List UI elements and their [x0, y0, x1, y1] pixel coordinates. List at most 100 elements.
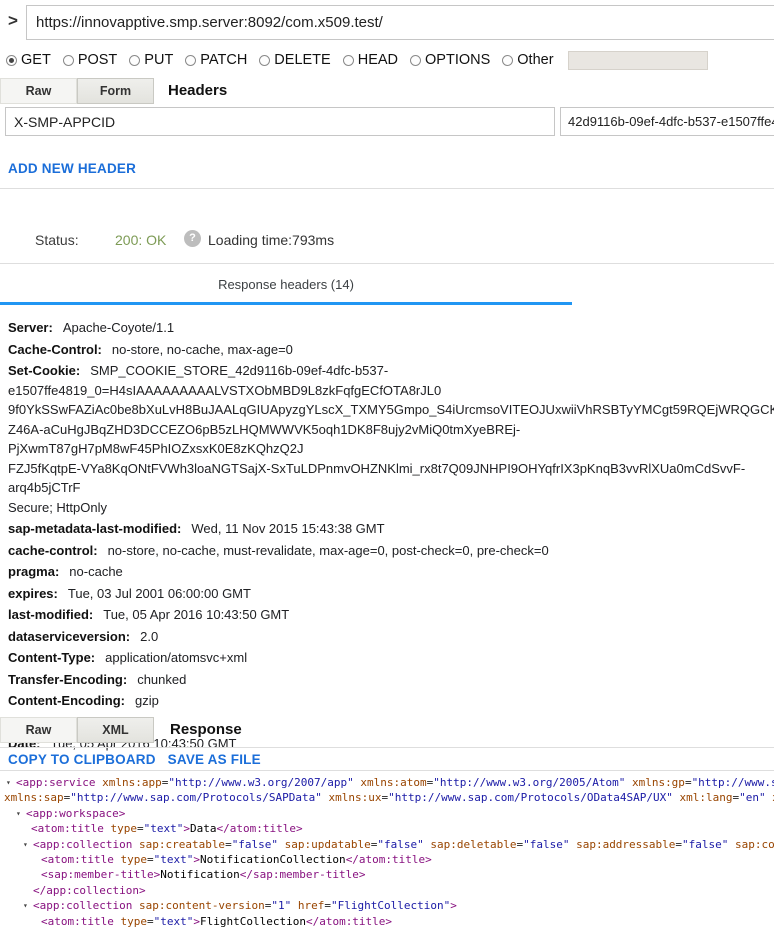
xml-token: <atom:title: [41, 915, 114, 928]
method-radio-post[interactable]: POST: [63, 52, 117, 68]
xml-token: sap:deletable: [424, 838, 517, 851]
payload-tabs: RawForm: [0, 78, 154, 104]
response-header-name: sap-metadata-last-modified:: [8, 521, 181, 536]
response-header-name: Set-Cookie:: [8, 363, 80, 378]
xml-token: "http://www.w3.org/2007/app": [168, 776, 353, 789]
radio-circle-icon: [63, 55, 74, 66]
response-header-row: Content-Type:application/atomsvc+xml: [8, 648, 770, 668]
response-header-value-continuation: FZJ5fKqtpE-VYa8KqONtFVWh3loaNGTSajX-SxTu…: [8, 459, 770, 498]
status-row: Status: 200: OK ? Loading time:793ms: [0, 232, 774, 252]
divider: [0, 188, 774, 189]
collapse-arrow-icon[interactable]: ▾: [23, 898, 33, 913]
response-tab-xml[interactable]: XML: [77, 717, 154, 743]
response-header-row: dataserviceversion:2.0: [8, 627, 770, 647]
response-header-value: application/atomsvc+xml: [105, 650, 247, 665]
headers-section-label: Headers: [168, 82, 227, 99]
xml-token: "text": [154, 853, 194, 866]
xml-line: ▾<app:collection sap:creatable="false" s…: [4, 837, 774, 852]
response-header-name: pragma:: [8, 564, 59, 579]
method-radio-delete[interactable]: DELETE: [259, 52, 330, 68]
method-label: PATCH: [200, 52, 247, 68]
response-header-value: Apache-Coyote/1.1: [63, 320, 174, 335]
response-tab-raw[interactable]: Raw: [0, 717, 77, 743]
xml-token: Data: [190, 822, 217, 835]
xml-token: href: [291, 899, 324, 912]
xml-token: type: [114, 853, 147, 866]
save-as-file-button[interactable]: SAVE AS FILE: [168, 752, 261, 767]
tab-response-headers[interactable]: Response headers (14): [0, 277, 572, 292]
radio-circle-icon: [502, 55, 513, 66]
xml-token: </atom:title>: [216, 822, 302, 835]
xml-token: =: [137, 822, 144, 835]
method-radios: GET POST PUT PATCH DELETE HEAD OPTIONS Other: [6, 52, 566, 68]
xml-token: =: [685, 776, 692, 789]
xml-token: "false": [682, 838, 728, 851]
tab-underline: [0, 302, 572, 305]
xml-token: <app:collection: [33, 899, 132, 912]
collapse-arrow-icon[interactable]: ▾: [23, 837, 33, 852]
xml-token: "FlightCollection": [331, 899, 450, 912]
xml-token: </atom:title>: [346, 853, 432, 866]
response-header-name: Transfer-Encoding:: [8, 672, 127, 687]
xml-token: =: [147, 853, 154, 866]
copy-to-clipboard-button[interactable]: COPY TO CLIPBOARD: [8, 752, 156, 767]
method-radio-get[interactable]: GET: [6, 52, 51, 68]
xml-token: NotificationCollection: [200, 853, 346, 866]
xml-token: xmlns:ux: [322, 791, 382, 804]
xml-line: ▾<app:service xmlns:app="http://www.w3.o…: [4, 775, 774, 790]
xml-token: "text": [144, 822, 184, 835]
xml-line: </app:collection>: [4, 883, 774, 898]
xml-token: =: [225, 838, 232, 851]
method-radio-patch[interactable]: PATCH: [185, 52, 247, 68]
status-code: 200: OK: [115, 232, 166, 248]
xml-viewer: ▾<app:service xmlns:app="http://www.w3.o…: [4, 775, 774, 930]
collapse-arrow-icon[interactable]: ▾: [6, 775, 16, 790]
xml-line: <atom:title type="text">Data</atom:title…: [4, 821, 774, 836]
xml-token: <atom:title: [41, 853, 114, 866]
xml-token: "en": [739, 791, 766, 804]
response-header-value: gzip: [135, 693, 159, 708]
method-radio-other[interactable]: Other: [502, 52, 553, 68]
xml-token: xml:b: [766, 791, 774, 804]
xml-token: sap:creatable: [132, 838, 225, 851]
response-tabs: RawXML: [0, 717, 154, 743]
response-header-name: last-modified:: [8, 607, 93, 622]
xml-token: sap:addressable: [569, 838, 675, 851]
method-label: HEAD: [358, 52, 398, 68]
xml-token: type: [104, 822, 137, 835]
method-radio-options[interactable]: OPTIONS: [410, 52, 490, 68]
request-header-value-input[interactable]: [560, 107, 774, 136]
xml-token: sap:content-version: [132, 899, 264, 912]
response-header-name: Server:: [8, 320, 53, 335]
xml-token: <atom:title: [31, 822, 104, 835]
xml-token: type: [114, 915, 147, 928]
url-input[interactable]: [26, 5, 774, 40]
xml-token: sap:updatable: [278, 838, 371, 851]
response-header-row: Content-Encoding:gzip: [8, 691, 770, 711]
response-header-name: expires:: [8, 586, 58, 601]
xml-token: "http://www.w3.org/2005/Atom": [433, 776, 625, 789]
response-header-row: pragma:no-cache: [8, 562, 770, 582]
help-icon[interactable]: ?: [184, 230, 201, 247]
other-method-input[interactable]: [568, 51, 708, 70]
status-label: Status:: [35, 232, 79, 248]
payload-tab-form[interactable]: Form: [77, 78, 154, 104]
response-actions: COPY TO CLIPBOARD SAVE AS FILE: [8, 752, 261, 767]
xml-token: "http://www.sap.com/Protocols/OData4SAP/…: [388, 791, 673, 804]
response-section-label: Response: [170, 721, 242, 738]
method-radio-head[interactable]: HEAD: [343, 52, 398, 68]
payload-tab-raw[interactable]: Raw: [0, 78, 77, 104]
response-header-value: no-store, no-cache, must-revalidate, max…: [108, 543, 549, 558]
xml-token: FlightCollection: [200, 915, 306, 928]
request-header-name-input[interactable]: [5, 107, 555, 136]
collapse-arrow-icon[interactable]: ▾: [16, 806, 26, 821]
xml-token: <app:service: [16, 776, 95, 789]
xml-line: ▾<app:collection sap:content-version="1"…: [4, 898, 774, 913]
xml-token: "false": [232, 838, 278, 851]
add-new-header-button[interactable]: ADD NEW HEADER: [8, 161, 136, 176]
response-header-value: 2.0: [140, 629, 158, 644]
method-radio-put[interactable]: PUT: [129, 52, 173, 68]
xml-token: <sap:member-title>: [41, 868, 160, 881]
expand-chevron-icon[interactable]: >: [8, 11, 18, 31]
divider: [0, 263, 774, 264]
